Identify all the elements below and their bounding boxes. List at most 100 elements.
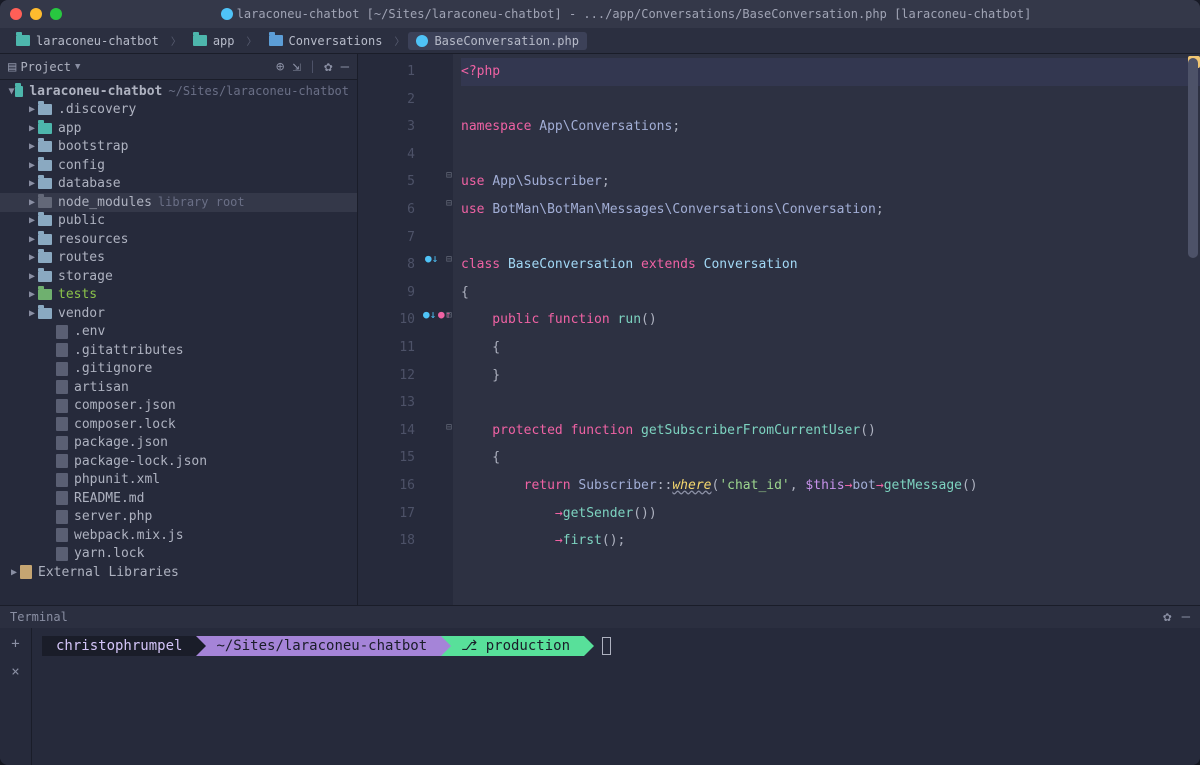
code-line[interactable]: {: [461, 334, 1200, 362]
fold-icon[interactable]: ⊟: [446, 310, 452, 321]
tree-item[interactable]: ▶node_moduleslibrary root: [0, 193, 357, 212]
code-line[interactable]: [461, 389, 1200, 417]
tree-item[interactable]: ▶config: [0, 156, 357, 175]
tree-item[interactable]: ▶routes: [0, 249, 357, 268]
crumb-file[interactable]: BaseConversation.php: [408, 32, 587, 50]
line-number[interactable]: 15: [358, 444, 415, 472]
tree-arrow-icon[interactable]: ▶: [26, 308, 38, 319]
line-number[interactable]: 3: [358, 113, 415, 141]
tree-arrow-icon[interactable]: ▶: [26, 197, 38, 208]
line-number[interactable]: 9: [358, 279, 415, 307]
scrollbar-thumb[interactable]: [1188, 58, 1198, 258]
fold-icon[interactable]: ⊟: [446, 170, 452, 181]
fold-icon[interactable]: ⊟: [446, 198, 452, 209]
line-number[interactable]: 10: [358, 306, 415, 334]
terminal-content[interactable]: christophrumpel ~/Sites/laraconeu-chatbo…: [32, 628, 1200, 765]
code-line[interactable]: {: [461, 444, 1200, 472]
tree-arrow-icon[interactable]: ▶: [26, 215, 38, 226]
tree-item[interactable]: .gitattributes: [0, 341, 357, 360]
code-line[interactable]: public function run(): [461, 306, 1200, 334]
line-number[interactable]: 5: [358, 168, 415, 196]
minimize-button[interactable]: [30, 8, 42, 20]
code-line[interactable]: →first();: [461, 527, 1200, 555]
code-line[interactable]: }: [461, 362, 1200, 390]
override-down-icon[interactable]: ●↓: [425, 252, 438, 265]
tree-item[interactable]: composer.json: [0, 397, 357, 416]
line-number[interactable]: 13: [358, 389, 415, 417]
tree-item[interactable]: yarn.lock: [0, 545, 357, 564]
tree-item[interactable]: ▶tests: [0, 286, 357, 305]
tree-arrow-icon[interactable]: ▶: [26, 104, 38, 115]
tree-item[interactable]: server.php: [0, 508, 357, 527]
tree-item[interactable]: package-lock.json: [0, 452, 357, 471]
tree-item[interactable]: ▶.discovery: [0, 101, 357, 120]
tree-arrow-icon[interactable]: ▶: [26, 252, 38, 263]
code-line[interactable]: use BotMan\BotMan\Messages\Conversations…: [461, 196, 1200, 224]
line-number[interactable]: 4: [358, 141, 415, 169]
collapse-icon[interactable]: ⇲: [292, 59, 300, 75]
code-editor[interactable]: 123456789101112131415161718 ●↓ ●↓ ●↑ ⊟ ⊟…: [358, 54, 1200, 605]
line-number[interactable]: 11: [358, 334, 415, 362]
dropdown-icon[interactable]: ▼: [75, 62, 80, 72]
code-line[interactable]: use App\Subscriber;: [461, 168, 1200, 196]
close-tab-button[interactable]: ×: [11, 664, 19, 680]
maximize-button[interactable]: [50, 8, 62, 20]
code-line[interactable]: [461, 141, 1200, 169]
hide-icon[interactable]: —: [1182, 609, 1190, 625]
code-line[interactable]: return Subscriber::where('chat_id', $thi…: [461, 472, 1200, 500]
close-button[interactable]: [10, 8, 22, 20]
line-number[interactable]: 8: [358, 251, 415, 279]
line-number[interactable]: 14: [358, 417, 415, 445]
line-number[interactable]: 18: [358, 527, 415, 555]
line-number[interactable]: 16: [358, 472, 415, 500]
tree-arrow-icon[interactable]: ▶: [26, 123, 38, 134]
crumb-app[interactable]: app: [185, 32, 243, 50]
tree-item[interactable]: ▶bootstrap: [0, 138, 357, 157]
tree-item[interactable]: ▶resources: [0, 230, 357, 249]
crumb-conversations[interactable]: Conversations: [261, 32, 391, 50]
tree-item[interactable]: webpack.mix.js: [0, 526, 357, 545]
crumb-root[interactable]: laraconeu-chatbot: [8, 32, 167, 50]
hide-icon[interactable]: —: [341, 59, 349, 75]
tree-item[interactable]: ▶External Libraries: [0, 563, 357, 582]
tree-arrow-icon[interactable]: ▶: [26, 141, 38, 152]
tree-item[interactable]: ▶app: [0, 119, 357, 138]
scrollbar[interactable]: [1188, 54, 1198, 605]
fold-icon[interactable]: ⊟: [446, 422, 452, 433]
code-line[interactable]: <?php: [461, 58, 1200, 86]
project-tree[interactable]: ▼laraconeu-chatbot~/Sites/laraconeu-chat…: [0, 80, 357, 605]
line-number[interactable]: 1: [358, 58, 415, 86]
tree-item[interactable]: artisan: [0, 378, 357, 397]
new-tab-button[interactable]: +: [11, 636, 19, 652]
tree-arrow-icon[interactable]: ▶: [26, 234, 38, 245]
line-number[interactable]: 17: [358, 500, 415, 528]
tree-arrow-icon[interactable]: ▼: [8, 86, 15, 97]
tree-arrow-icon[interactable]: ▶: [26, 178, 38, 189]
code-line[interactable]: {: [461, 279, 1200, 307]
locate-icon[interactable]: ⊕: [276, 59, 284, 75]
tree-item[interactable]: README.md: [0, 489, 357, 508]
tree-item[interactable]: ▶database: [0, 175, 357, 194]
code-line[interactable]: class BaseConversation extends Conversat…: [461, 251, 1200, 279]
tree-item[interactable]: ▶public: [0, 212, 357, 231]
line-number[interactable]: 7: [358, 224, 415, 252]
sidebar-title[interactable]: ▤ Project ▼: [8, 59, 276, 75]
tree-item[interactable]: ▶vendor: [0, 304, 357, 323]
code-area[interactable]: <?php namespace App\Conversations; use A…: [453, 54, 1200, 605]
code-line[interactable]: [461, 86, 1200, 114]
tree-arrow-icon[interactable]: ▶: [26, 289, 38, 300]
tree-item[interactable]: ▶storage: [0, 267, 357, 286]
line-number[interactable]: 6: [358, 196, 415, 224]
tree-arrow-icon[interactable]: ▶: [26, 160, 38, 171]
tree-item[interactable]: composer.lock: [0, 415, 357, 434]
gear-icon[interactable]: ✿: [1163, 609, 1171, 625]
tree-item[interactable]: ▼laraconeu-chatbot~/Sites/laraconeu-chat…: [0, 82, 357, 101]
tree-item[interactable]: package.json: [0, 434, 357, 453]
override-down-icon[interactable]: ●↓: [423, 308, 436, 321]
code-line[interactable]: [461, 224, 1200, 252]
gear-icon[interactable]: ✿: [324, 59, 332, 75]
line-number[interactable]: 12: [358, 362, 415, 390]
fold-icon[interactable]: ⊟: [446, 254, 452, 265]
tree-arrow-icon[interactable]: ▶: [8, 567, 20, 578]
code-line[interactable]: namespace App\Conversations;: [461, 113, 1200, 141]
